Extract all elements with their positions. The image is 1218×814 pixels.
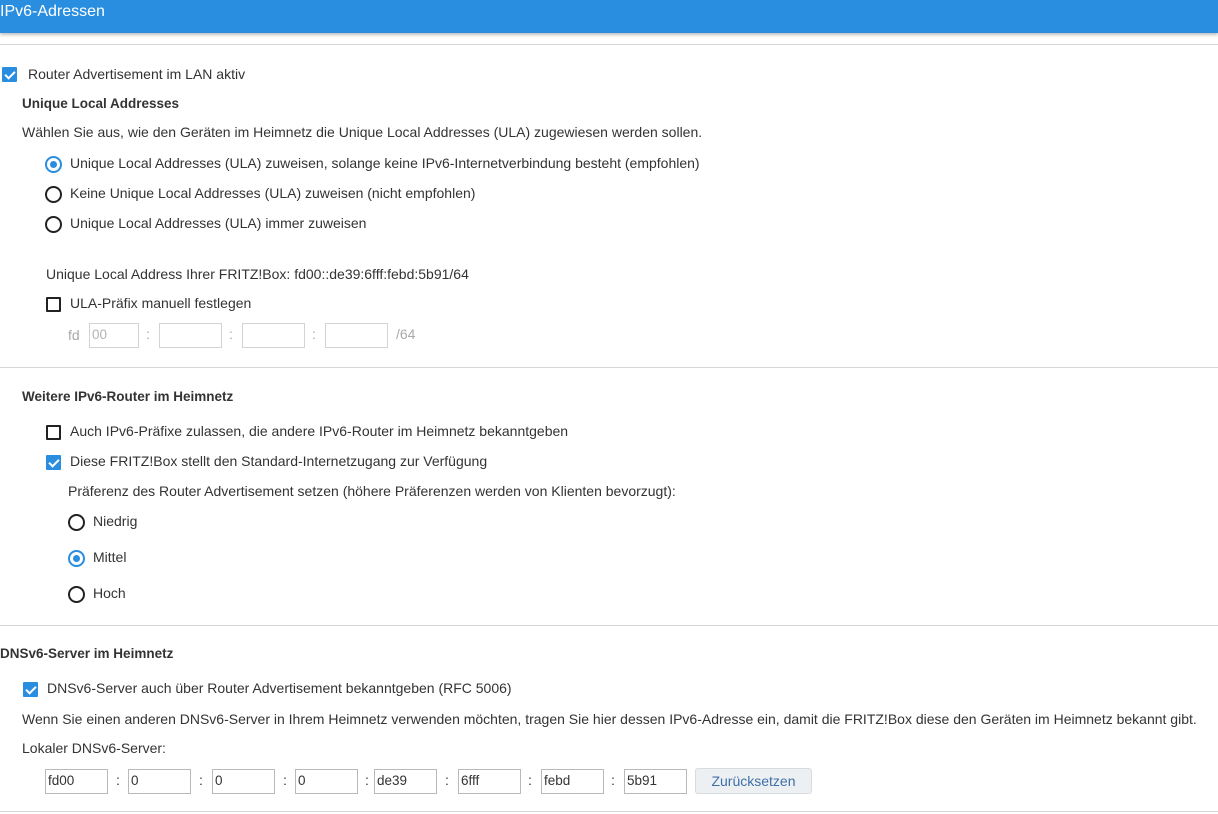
router-advertisement-label[interactable]: Router Advertisement im LAN aktiv	[28, 66, 245, 82]
ula-prefix-label: fd	[68, 327, 80, 343]
ula-prefix-field-2[interactable]	[159, 323, 222, 348]
ula-heading: Unique Local Addresses	[22, 96, 180, 111]
ula-option-recommended-label[interactable]: Unique Local Addresses (ULA) zuweisen, s…	[70, 155, 700, 171]
divider	[0, 625, 1218, 626]
divider	[0, 44, 1218, 45]
dns-separator: :	[528, 772, 532, 788]
dns-local-label: Lokaler DNSv6-Server:	[22, 740, 166, 756]
dns-field-8[interactable]: 5b91	[624, 769, 687, 794]
preference-description: Präferenz des Router Advertisement setze…	[68, 483, 676, 499]
allow-prefixes-label[interactable]: Auch IPv6-Präfixe zulassen, die andere I…	[70, 423, 568, 439]
dns-separator: :	[283, 772, 287, 788]
dns-separator: :	[199, 772, 203, 788]
dns-separator: :	[445, 772, 449, 788]
reset-button[interactable]: Zurücksetzen	[695, 768, 812, 794]
ula-prefix-field-1[interactable]: 00	[89, 323, 139, 348]
router-advertisement-checkbox[interactable]	[2, 67, 17, 82]
dns-separator: :	[365, 772, 369, 788]
preference-high-label[interactable]: Hoch	[93, 585, 126, 601]
preference-low-label[interactable]: Niedrig	[93, 513, 137, 529]
standard-gateway-label[interactable]: Diese FRITZ!Box stellt den Standard-Inte…	[70, 453, 487, 469]
divider	[0, 367, 1218, 368]
dns-separator: :	[611, 772, 615, 788]
section-title: IPv6-Adressen	[0, 3, 105, 20]
ula-manual-label[interactable]: ULA-Präfix manuell festlegen	[70, 295, 251, 311]
ula-prefix-suffix: /64	[396, 326, 416, 342]
ula-prefix-separator: :	[146, 326, 150, 342]
preference-high-radio[interactable]	[68, 586, 85, 603]
dns-field-1[interactable]: fd00	[45, 769, 108, 794]
dns-field-4[interactable]: 0	[295, 769, 358, 794]
ula-manual-checkbox[interactable]	[46, 297, 61, 312]
ula-description: Wählen Sie aus, wie den Geräten im Heimn…	[22, 124, 703, 140]
allow-prefixes-checkbox[interactable]	[46, 425, 61, 440]
other-routers-heading: Weitere IPv6-Router im Heimnetz	[22, 389, 234, 404]
ula-prefix-separator: :	[312, 326, 316, 342]
section-header: IPv6-Adressen	[0, 0, 1218, 33]
dns-announce-label[interactable]: DNSv6-Server auch über Router Advertisem…	[47, 680, 512, 696]
ula-option-none-radio[interactable]	[45, 186, 62, 203]
preference-medium-label[interactable]: Mittel	[93, 549, 126, 565]
ula-option-always-label[interactable]: Unique Local Addresses (ULA) immer zuwei…	[70, 215, 366, 231]
standard-gateway-checkbox[interactable]	[46, 455, 61, 470]
ula-option-none-label[interactable]: Keine Unique Local Addresses (ULA) zuwei…	[70, 185, 475, 201]
dns-field-3[interactable]: 0	[212, 769, 275, 794]
ula-option-always-radio[interactable]	[45, 216, 62, 233]
ula-option-recommended-radio[interactable]	[45, 156, 62, 173]
dns-field-2[interactable]: 0	[128, 769, 191, 794]
dns-field-5[interactable]: de39	[374, 769, 437, 794]
dns-separator: :	[116, 772, 120, 788]
preference-low-radio[interactable]	[68, 514, 85, 531]
ula-address-text: Unique Local Address Ihrer FRITZ!Box: fd…	[46, 266, 469, 282]
divider	[0, 811, 1218, 812]
ula-prefix-field-3[interactable]	[242, 323, 305, 348]
ula-prefix-separator: :	[229, 326, 233, 342]
ula-prefix-field-4[interactable]	[325, 323, 388, 348]
dns-description: Wenn Sie einen anderen DNSv6-Server in I…	[22, 711, 1197, 727]
preference-medium-radio[interactable]	[68, 550, 85, 567]
dns-heading: DNSv6-Server im Heimnetz	[0, 646, 174, 661]
dns-field-6[interactable]: 6fff	[458, 769, 521, 794]
dns-announce-checkbox[interactable]	[23, 682, 38, 697]
dns-field-7[interactable]: febd	[541, 769, 604, 794]
